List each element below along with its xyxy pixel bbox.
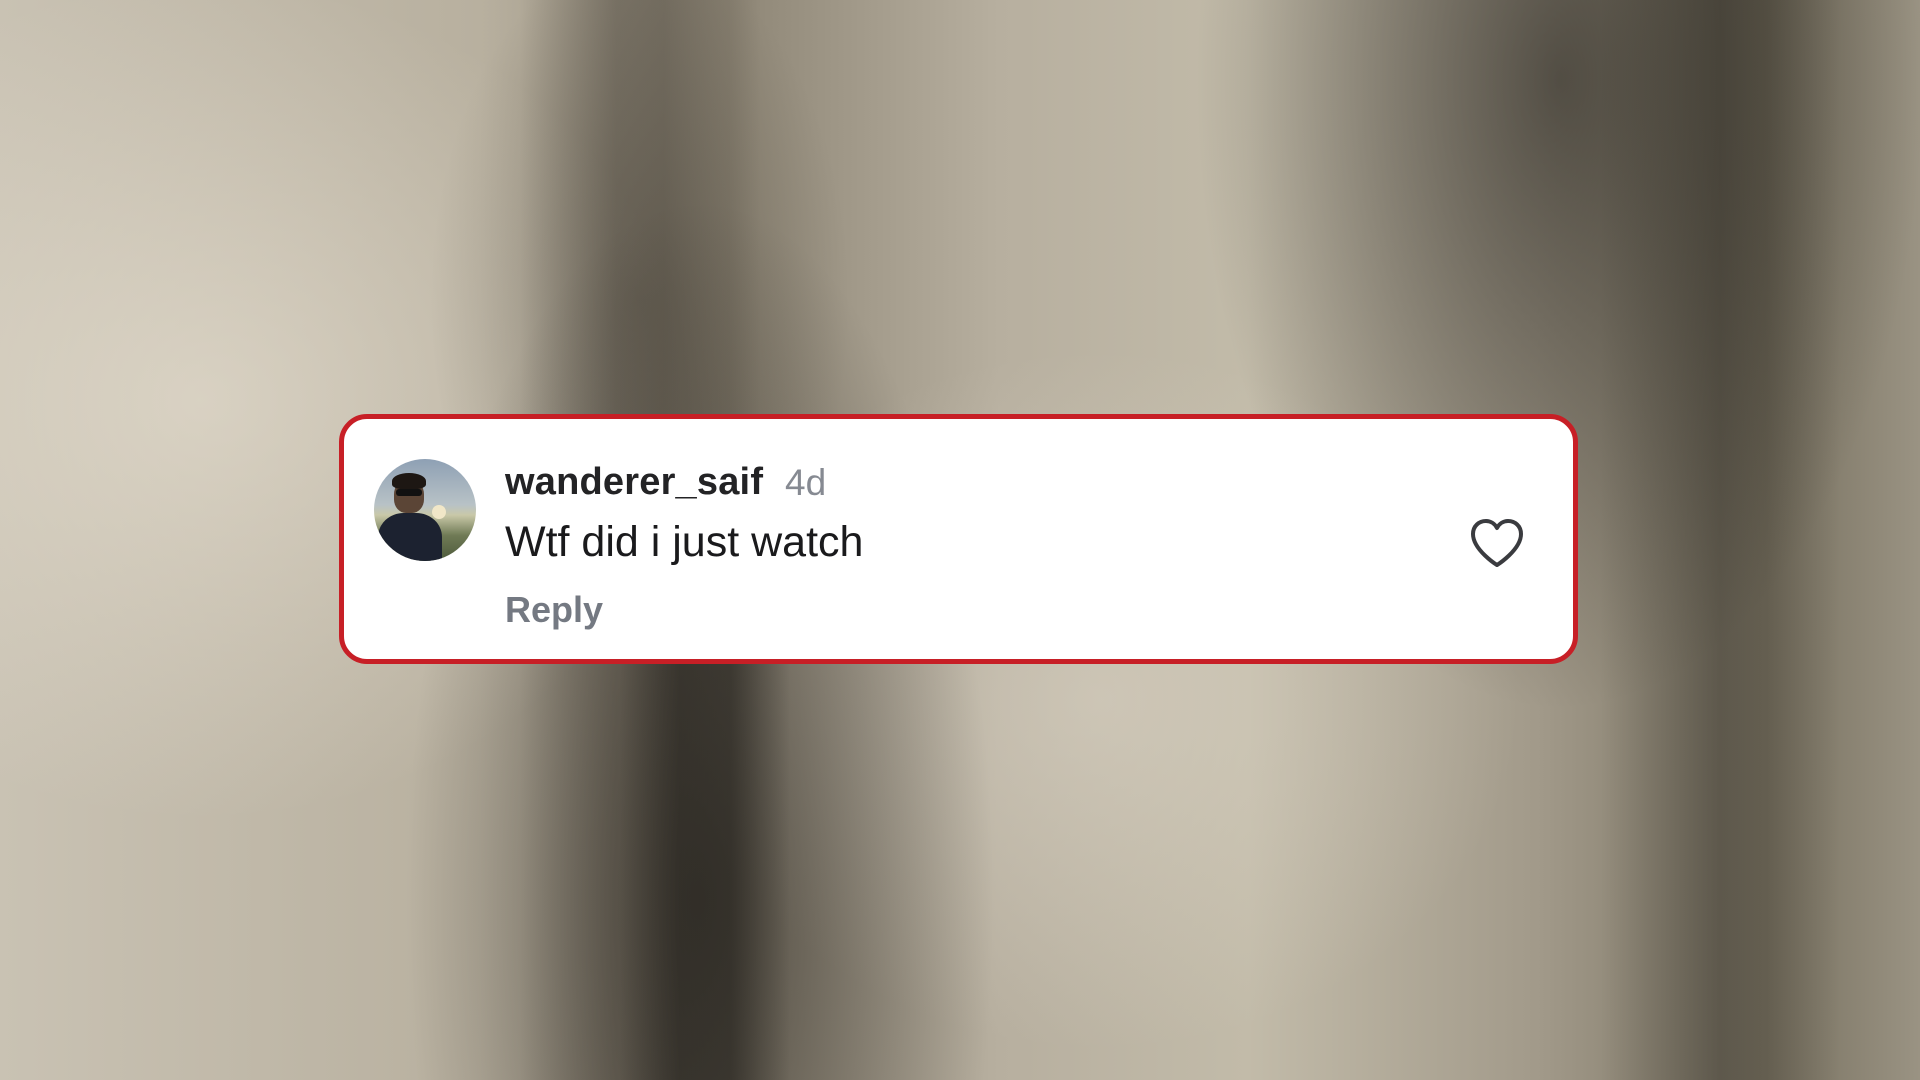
heart-outline-icon: [1471, 519, 1523, 567]
comment-text: Wtf did i just watch: [505, 518, 864, 566]
comment-card: wanderer_saif 4d Wtf did i just watch Re…: [339, 414, 1578, 664]
user-avatar[interactable]: [374, 459, 476, 561]
background-streak: [620, 640, 790, 1080]
comment-timestamp: 4d: [785, 462, 827, 503]
avatar-sun: [432, 505, 446, 519]
like-button[interactable]: [1469, 517, 1525, 569]
background-streak: [1600, 0, 1840, 1080]
comment-username[interactable]: wanderer_saif: [505, 461, 763, 504]
reply-button[interactable]: Reply: [505, 589, 603, 631]
avatar-body: [378, 513, 442, 561]
avatar-hair: [392, 473, 426, 489]
avatar-sunglasses: [396, 489, 422, 496]
